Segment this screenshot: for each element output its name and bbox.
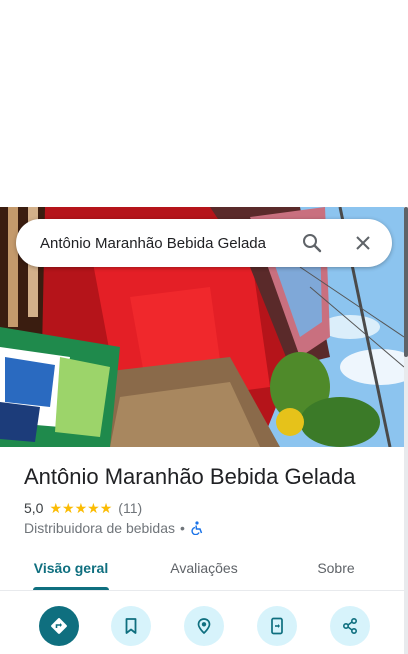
scrollbar-thumb[interactable] xyxy=(404,207,408,357)
nearby-icon xyxy=(197,618,211,635)
review-count[interactable]: (11) xyxy=(118,500,142,516)
action-buttons xyxy=(0,606,404,646)
star-icon: ★ xyxy=(49,500,63,516)
send-to-phone-icon xyxy=(271,617,283,635)
place-category[interactable]: Distribuidora de bebidas xyxy=(24,520,175,536)
tab-reviews[interactable]: Avaliações xyxy=(152,550,256,590)
active-tab-indicator xyxy=(33,587,109,590)
star-icon: ★ xyxy=(74,500,88,516)
directions-button[interactable] xyxy=(39,606,79,646)
star-icon: ★ xyxy=(87,500,100,516)
map-blank-area xyxy=(0,0,408,207)
directions-icon xyxy=(51,618,67,634)
save-button[interactable] xyxy=(111,606,151,646)
search-input[interactable]: Antônio Maranhão Bebida Gelada xyxy=(40,235,300,252)
close-icon xyxy=(356,236,370,250)
close-button[interactable] xyxy=(351,231,375,255)
star-icon: ★ xyxy=(62,500,75,516)
search-icon xyxy=(303,234,322,253)
share-button[interactable] xyxy=(330,606,370,646)
tab-about[interactable]: Sobre xyxy=(300,550,372,590)
star-icon: ★ xyxy=(99,500,113,516)
share-icon xyxy=(342,617,358,635)
search-button[interactable] xyxy=(300,231,324,255)
send-to-phone-button[interactable] xyxy=(257,606,297,646)
separator-dot: • xyxy=(179,520,185,536)
scrollbar[interactable] xyxy=(404,207,408,654)
save-icon xyxy=(125,618,137,634)
rating-stars: ★ ★ ★ ★ ★ xyxy=(49,501,112,515)
wheelchair-accessible-icon xyxy=(191,521,203,535)
category-row: Distribuidora de bebidas • xyxy=(24,519,204,537)
rating-row: 5,0 ★ ★ ★ ★ ★ (11) xyxy=(24,499,142,517)
rating-value: 5,0 xyxy=(24,500,44,516)
nearby-button[interactable] xyxy=(184,606,224,646)
tab-bar: Visão geral Avaliações Sobre xyxy=(0,550,404,591)
tab-overview[interactable]: Visão geral xyxy=(18,550,124,590)
place-title: Antônio Maranhão Bebida Gelada xyxy=(24,464,356,489)
search-box[interactable]: Antônio Maranhão Bebida Gelada xyxy=(16,219,392,267)
